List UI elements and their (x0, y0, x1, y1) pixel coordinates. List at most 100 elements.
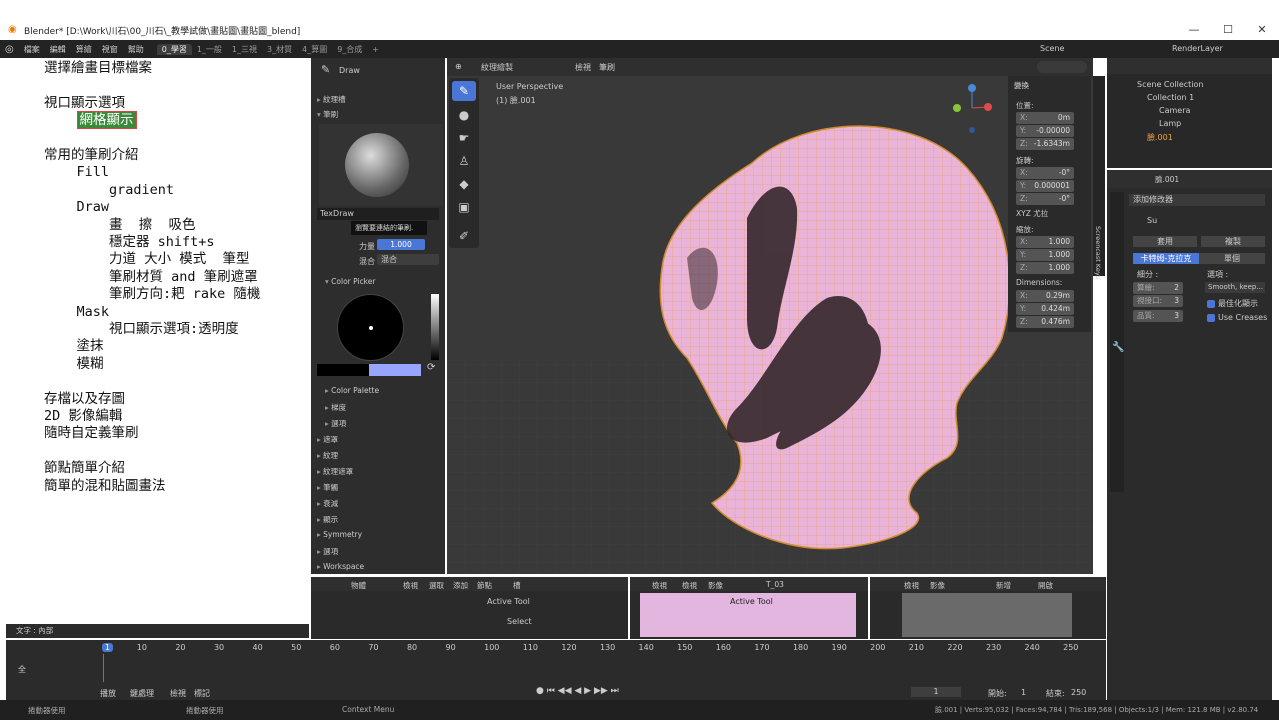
rotation-z[interactable]: Z: -0° (1016, 193, 1074, 205)
image-canvas-2[interactable] (902, 593, 1072, 637)
section-symmetry[interactable]: Symmetry (317, 530, 362, 539)
playhead[interactable] (103, 654, 104, 682)
scene-collection[interactable]: Scene Collection (1137, 80, 1204, 89)
end-frame[interactable]: 250 (1071, 688, 1086, 697)
minimize-button[interactable]: — (1177, 20, 1211, 40)
rotation-x[interactable]: X: -0° (1016, 167, 1074, 179)
menu-edit[interactable]: 編輯 (45, 44, 71, 55)
modifier-tab-icon[interactable]: 🔧 (1112, 342, 1124, 353)
draw-tool-icon[interactable]: ✎ (452, 81, 476, 101)
menu-file[interactable]: 檔案 (19, 44, 45, 55)
dimension-z[interactable]: Z: 0.476m (1016, 316, 1074, 328)
shading-modes[interactable] (1037, 61, 1087, 73)
secondary-color-swatch[interactable] (369, 364, 421, 376)
copy-button[interactable]: 複製 (1201, 236, 1265, 247)
navigation-gizmo[interactable] (953, 84, 992, 133)
workspace-tab[interactable]: 9_合成 (332, 44, 367, 55)
apply-button[interactable]: 套用 (1133, 236, 1197, 247)
sidebar-tabs[interactable]: Screencast Keys (1093, 76, 1105, 279)
workspace-tab[interactable]: 0_學習 (156, 43, 192, 55)
add-workspace-icon[interactable]: + (367, 45, 384, 54)
location-x[interactable]: X: 0m (1016, 112, 1074, 124)
section-color-picker[interactable]: Color Picker (325, 277, 375, 286)
active-tool-header[interactable]: Active Tool (487, 597, 530, 606)
highlighted-text[interactable]: 網格顯示 (76, 111, 137, 130)
simple-button[interactable]: 單個 (1199, 253, 1265, 264)
scale-x[interactable]: X: 1.000 (1016, 236, 1074, 248)
render-layer-selector[interactable]: RenderLayer (1167, 44, 1228, 53)
properties-tabs[interactable]: 🔧 (1110, 192, 1124, 492)
current-frame-field[interactable]: 1 (911, 687, 961, 697)
tab-screencast-keys[interactable]: Screencast Keys (1094, 226, 1102, 279)
section-texture-slots[interactable]: 紋理槽 (317, 94, 346, 105)
scene-selector[interactable]: Scene (1035, 44, 1069, 53)
section-stroke[interactable]: 筆觸 (317, 482, 338, 493)
uv-smooth-dropdown[interactable]: Smooth, keep... (1205, 282, 1265, 293)
section-texture[interactable]: 紋理 (317, 450, 338, 461)
workspace-tab[interactable]: 1_三視 (227, 44, 262, 55)
active-tool-header-2[interactable]: Active Tool (730, 597, 773, 606)
section-falloff[interactable]: 衰減 (317, 498, 338, 509)
clone-tool-icon[interactable]: ♙ (452, 151, 476, 171)
primary-color-swatch[interactable] (317, 364, 369, 376)
maximize-button[interactable]: ☐ (1211, 20, 1245, 40)
quality-field[interactable]: 品質: 3 (1133, 310, 1183, 322)
section-brush[interactable]: 筆刷 (317, 109, 338, 120)
rotation-y[interactable]: Y: 0.000001 (1016, 180, 1074, 192)
scale-z[interactable]: Z: 1.000 (1016, 262, 1074, 274)
viewport-levels[interactable]: 視接口: 3 (1133, 295, 1183, 307)
start-frame[interactable]: 1 (1021, 688, 1026, 697)
menu-help[interactable]: 幫助 (123, 44, 149, 55)
use-creases-checkbox[interactable]: Use Creases (1207, 313, 1267, 322)
section-mask[interactable]: 遮罩 (317, 434, 338, 445)
mask-tool-icon[interactable]: ▣ (452, 197, 476, 217)
location-z[interactable]: Z: -1.6343m (1016, 138, 1074, 150)
blend-dropdown[interactable]: 混合 (377, 254, 439, 265)
modifier-name[interactable]: Su (1147, 216, 1157, 225)
marker-menu[interactable]: 標記 (194, 688, 210, 699)
outliner-item[interactable]: Lamp (1159, 119, 1181, 128)
menu-render[interactable]: 算繪 (71, 44, 97, 55)
playback-controls[interactable]: ● ⏮ ◀◀ ◀ ▶ ▶▶ ⏭ (536, 686, 619, 696)
workspace-tab[interactable]: 1_一般 (192, 44, 227, 55)
annotate-tool-icon[interactable]: ✐ (452, 226, 476, 246)
render-levels[interactable]: 算繪: 2 (1133, 282, 1183, 294)
image-name[interactable]: T_03 (766, 580, 784, 589)
scale-y[interactable]: Y: 1.000 (1016, 249, 1074, 261)
section-gradient[interactable]: 梯度 (325, 402, 346, 413)
mode-dropdown[interactable]: 紋理繪製 (481, 62, 513, 73)
new-image-button[interactable]: 新增 (996, 580, 1011, 591)
section-display[interactable]: 顯示 (317, 514, 338, 525)
soften-tool-icon[interactable]: ● (452, 105, 476, 125)
transform-header[interactable]: 變換 (1014, 80, 1029, 91)
value-slider[interactable] (431, 294, 439, 360)
rotation-mode[interactable]: XYZ 尤拉 (1016, 208, 1048, 219)
blender-menu-icon[interactable]: ◎ (0, 44, 19, 55)
timeline-ruler[interactable]: 1 10 20 30 40 50 60 70 80 90 100 110 120 130 140 150 160… (102, 642, 1102, 656)
keying-menu[interactable]: 鍵處理 (130, 688, 154, 699)
fill-tool-icon[interactable]: ◆ (452, 174, 476, 194)
menu-brush[interactable]: 筆刷 (599, 62, 615, 73)
close-button[interactable]: ✕ (1245, 20, 1279, 40)
view-menu[interactable]: 檢視 (170, 688, 186, 699)
smear-tool-icon[interactable]: ☛ (452, 128, 476, 148)
outliner-item[interactable]: Collection 1 (1147, 93, 1194, 102)
section-options[interactable]: 選項 (325, 418, 346, 429)
section-workspace[interactable]: Workspace (317, 562, 364, 571)
menu-window[interactable]: 視窗 (97, 44, 123, 55)
outliner-item-active[interactable]: 臉.001 (1147, 132, 1173, 143)
dimension-x[interactable]: X: 0.29m (1016, 290, 1074, 302)
workspace-tab[interactable]: 4_算圖 (297, 44, 332, 55)
open-image-button[interactable]: 開啟 (1038, 580, 1053, 591)
brush-preview[interactable] (319, 124, 443, 206)
editor-type-icon[interactable]: ⊕ (455, 62, 462, 71)
dimension-y[interactable]: Y: 0.424m (1016, 303, 1074, 315)
timeline[interactable]: 1 10 20 30 40 50 60 70 80 90 100 110 120 130 140 150 160… (6, 640, 1106, 700)
catmull-clark-button[interactable]: 卡特姆-克拉克 (1133, 253, 1199, 264)
strength-field[interactable]: 1.000 (377, 239, 425, 250)
section-options-2[interactable]: 選項 (317, 546, 338, 557)
section-texture-mask[interactable]: 紋理遮罩 (317, 466, 353, 477)
text-editor[interactable]: 選擇繪畫目標檔案 視口顯示選項 網格顯示 常用的筆刷介紹 Fill gradient… (6, 58, 309, 624)
brush-datablock[interactable]: TexDraw (317, 208, 439, 220)
swap-colors-icon[interactable]: ⟳ (427, 362, 435, 373)
